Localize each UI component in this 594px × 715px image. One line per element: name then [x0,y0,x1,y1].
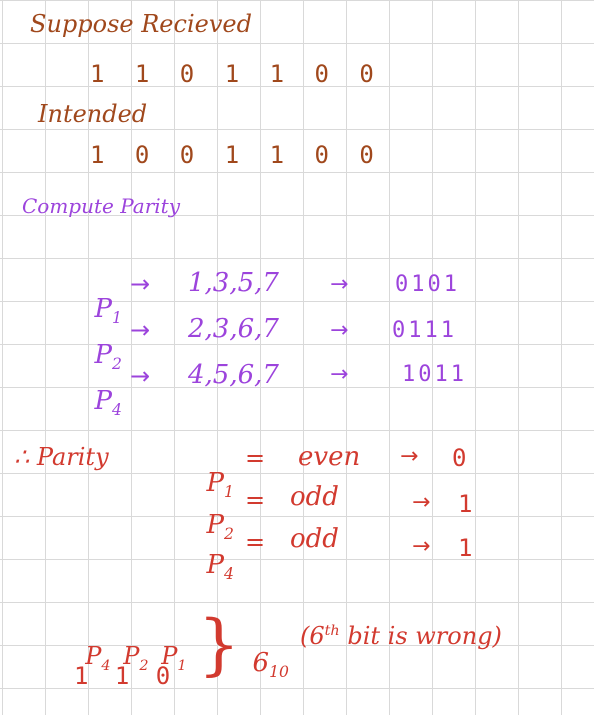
arrow-icon: → [130,270,151,298]
arrow-icon: → [412,490,431,515]
right-brace: } [198,606,240,683]
arrow-icon: → [330,272,349,297]
parity-row-bit: 1 [458,534,473,562]
received-bits: 1 1 0 1 1 0 0 [90,60,382,88]
result-decimal: 610 [252,648,289,682]
result-bits: 1 1 0 [74,662,177,690]
arrow-icon: → [130,362,151,390]
arrow-icon: → [400,444,419,469]
parity-row-value: even [298,442,361,472]
arrow-icon: → [330,362,349,387]
parity-row-bit: 0 [452,444,467,472]
compute-row-bits: 0101 [395,272,460,297]
parity-row-value: odd [290,482,339,512]
compute-row-label: P4 [94,386,122,420]
intended-bits: 1 0 0 1 1 0 0 [90,141,382,169]
result-note: (6th bit is wrong) [300,622,502,650]
compute-row-bits: 1011 [402,362,467,387]
compute-row-positions: 1,3,5,7 [188,268,279,298]
parity-row-bit: 1 [458,490,473,518]
parity-row-label: P4 [206,550,234,584]
received-heading: Suppose Recieved [30,10,252,38]
parity-prefix: ∴ Parity [14,443,109,471]
arrow-icon: → [130,316,151,344]
compute-row-positions: 4,5,6,7 [188,360,279,390]
equals-sign: = [245,528,266,556]
parity-row-value: odd [290,524,339,554]
equals-sign: = [245,444,266,472]
equals-sign: = [245,486,266,514]
compute-heading: Compute Parity [22,194,180,218]
intended-heading: Intended [38,100,148,128]
arrow-icon: → [412,534,431,559]
arrow-icon: → [330,318,349,343]
compute-row-bits: 0111 [392,318,457,343]
compute-row-positions: 2,3,6,7 [188,314,279,344]
